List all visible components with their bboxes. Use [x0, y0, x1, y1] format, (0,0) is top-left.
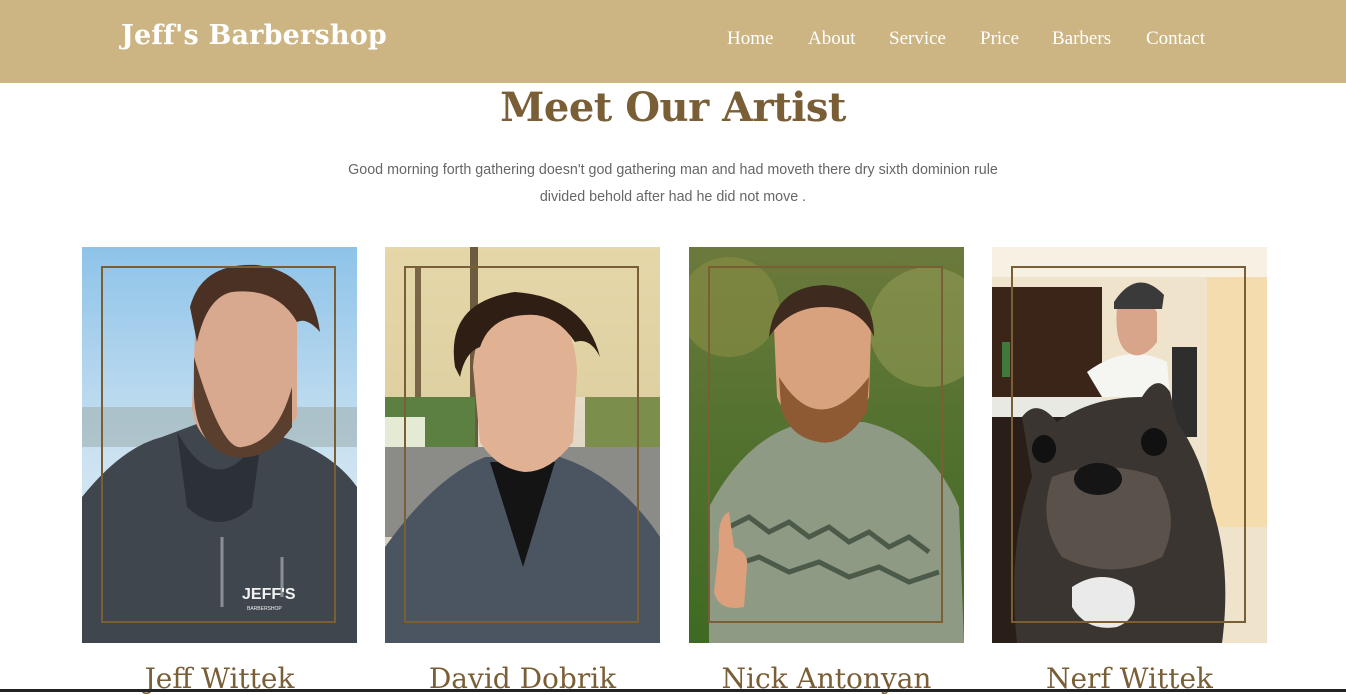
- barber-card-nerf[interactable]: [992, 247, 1267, 643]
- photo-frame: [101, 266, 336, 623]
- nav-price[interactable]: Price: [980, 28, 1019, 50]
- nav-service[interactable]: Service: [889, 28, 946, 50]
- nav-about[interactable]: About: [808, 28, 856, 50]
- nav-home[interactable]: Home: [727, 28, 773, 50]
- photo-frame: [404, 266, 639, 623]
- photo-frame: [1011, 266, 1246, 623]
- photo-frame: [708, 266, 943, 623]
- section-description: Good morning forth gathering doesn't god…: [348, 162, 998, 205]
- section-title: Meet Our Artist: [500, 84, 846, 131]
- barber-card-jeff[interactable]: JEFF'S BARBERSHOP: [82, 247, 357, 643]
- barber-card-david[interactable]: [385, 247, 660, 643]
- site-header: Jeff's Barbershop Home About Service Pri…: [0, 0, 1346, 83]
- nav-barbers[interactable]: Barbers: [1052, 28, 1111, 50]
- brand-logo[interactable]: Jeff's Barbershop: [121, 20, 387, 51]
- barber-card-nick[interactable]: [689, 247, 964, 643]
- nav-contact[interactable]: Contact: [1146, 28, 1205, 50]
